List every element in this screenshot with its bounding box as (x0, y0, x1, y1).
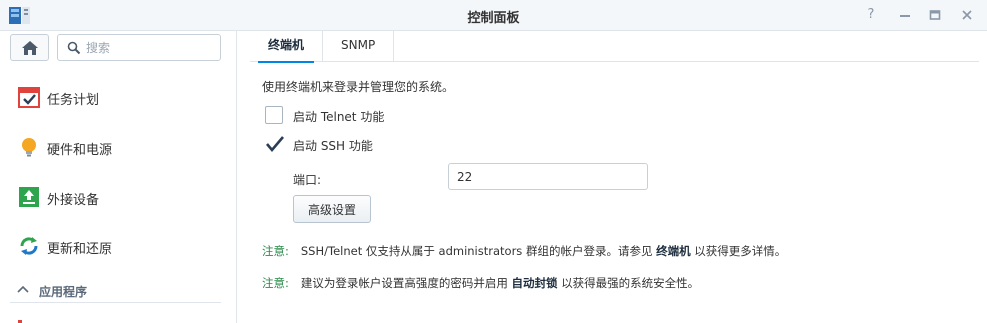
ssh-checkbox[interactable] (265, 135, 284, 153)
maximize-icon (929, 10, 941, 20)
terminal-description: 使用终端机来登录并管理您的系统。 (262, 80, 455, 94)
close-icon (962, 10, 972, 20)
telnet-checkbox[interactable] (265, 106, 283, 124)
home-button[interactable] (10, 34, 49, 61)
note-key: 注意: (262, 244, 289, 258)
help-icon: ? (867, 7, 875, 22)
tab-bar: 终端机 SNMP (250, 31, 979, 63)
port-input[interactable] (448, 163, 648, 190)
tab-snmp[interactable]: SNMP (323, 31, 395, 62)
home-icon (21, 41, 38, 55)
minimize-button[interactable] (896, 6, 914, 24)
sidebar-item-label: 硬件和电源 (47, 143, 113, 158)
note-text: 建议为登录帐户设置高强度的密码并启用 (300, 276, 508, 290)
external-device-icon (18, 186, 40, 208)
section-applications[interactable]: 应用程序 (10, 277, 221, 303)
note-password-security: 注意: 建议为登录帐户设置高强度的密码并启用 自动封锁 以获得最强的系统安全性。 (262, 275, 699, 291)
ssh-label: 启动 SSH 功能 (293, 139, 373, 153)
sidebar-item-label: 更新和还原 (47, 242, 113, 257)
sidebar-item-label: 任务计划 (47, 93, 100, 108)
sidebar-item-external-devices[interactable]: 外接设备 (0, 177, 236, 217)
help-button[interactable]: ? (862, 6, 880, 24)
close-button[interactable] (958, 6, 976, 24)
title-bar: 控制面板 ? (0, 0, 987, 31)
lightbulb-icon (18, 136, 40, 158)
search-box[interactable] (57, 34, 221, 61)
port-label: 端口: (293, 173, 322, 187)
search-input[interactable] (86, 38, 216, 57)
sidebar-item-task-scheduler[interactable]: 任务计划 (0, 77, 236, 117)
terminal-help-link[interactable]: 终端机 (656, 244, 691, 258)
sidebar-item-update-restore[interactable]: 更新和还原 (0, 226, 236, 266)
calendar-check-icon (18, 86, 40, 108)
chevron-up-icon (17, 285, 29, 293)
advanced-settings-button[interactable]: 高级设置 (293, 195, 371, 223)
sidebar: 任务计划 硬件和电源 外接设备 (0, 31, 237, 323)
window-title: 控制面板 (467, 11, 520, 26)
sidebar-item-hardware-power[interactable]: 硬件和电源 (0, 127, 236, 167)
telnet-label: 启动 Telnet 功能 (293, 110, 385, 124)
tab-terminal[interactable]: 终端机 (250, 31, 324, 63)
section-label: 应用程序 (39, 285, 88, 299)
checkmark-icon (266, 136, 284, 153)
note-text: 以获得更多详情。 (694, 244, 787, 258)
maximize-button[interactable] (926, 6, 944, 24)
note-text: 以获得最强的系统安全性。 (561, 276, 700, 290)
note-key: 注意: (262, 276, 289, 290)
minimize-icon (900, 15, 910, 17)
search-icon (67, 41, 81, 55)
auto-block-link[interactable]: 自动封锁 (512, 276, 558, 290)
note-ssh-admin: 注意: SSH/Telnet 仅支持从属于 administrators 群组的帐… (262, 243, 786, 259)
main-panel: 终端机 SNMP 使用终端机来登录并管理您的系统。 启动 Telnet 功能 启… (250, 31, 979, 323)
sidebar-item-label: 外接设备 (47, 193, 100, 208)
note-text: SSH/Telnet 仅支持从属于 administrators 群组的帐户登录… (300, 244, 653, 258)
refresh-icon (18, 235, 40, 257)
